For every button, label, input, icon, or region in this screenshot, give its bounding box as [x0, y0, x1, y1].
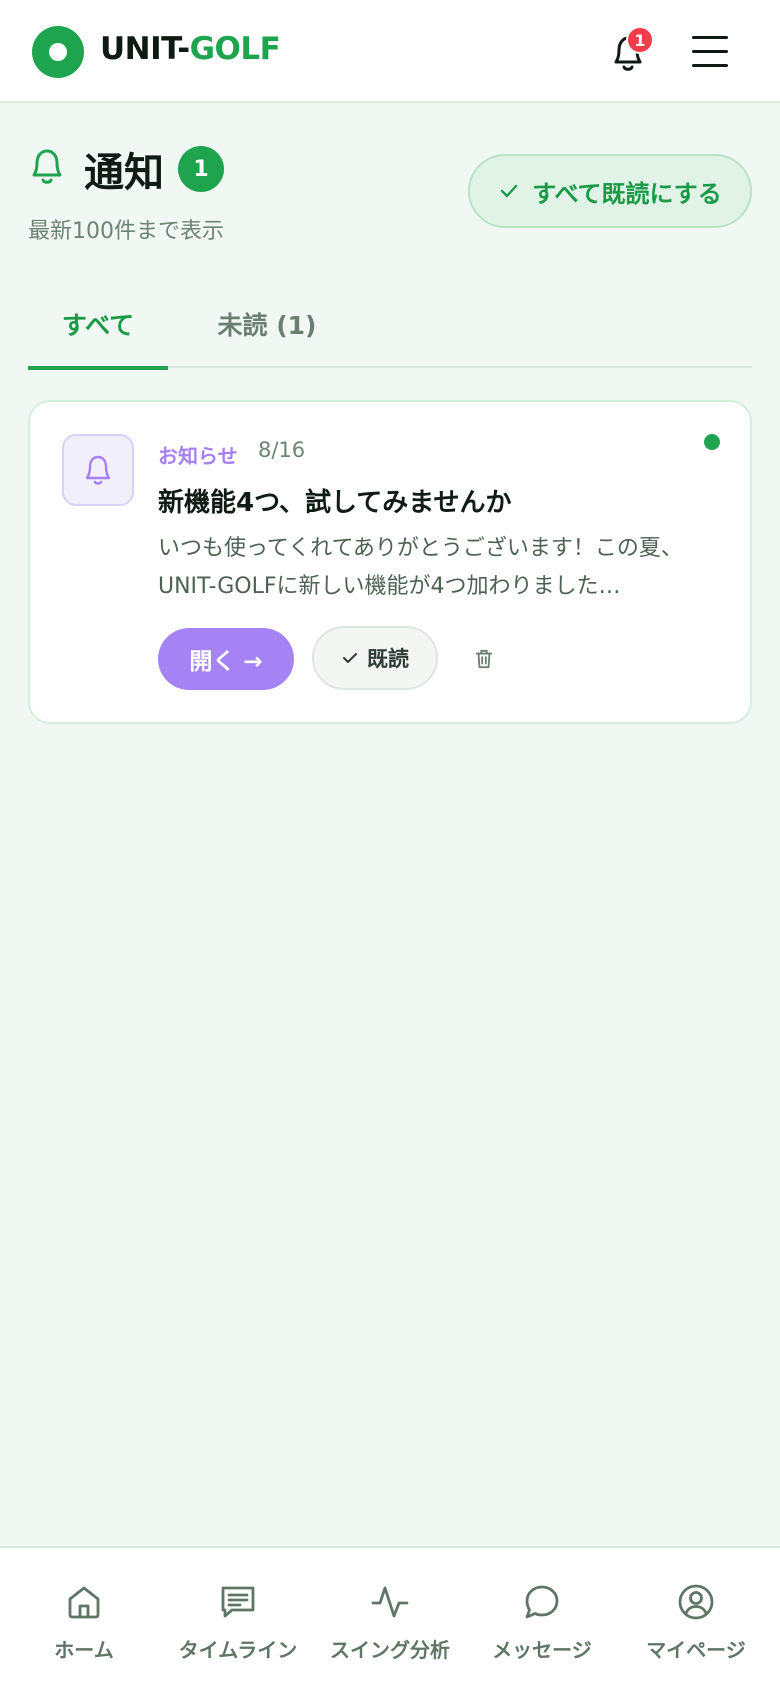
notification-type-bell-icon — [62, 434, 134, 506]
nav-home[interactable]: ホーム — [6, 1548, 162, 1688]
nav-messages-label: メッセージ — [492, 1638, 592, 1662]
brand-logo-text[interactable]: UNIT-GOLF — [100, 31, 281, 67]
brand-name-part2: GOLF — [189, 31, 281, 67]
mark-read-button[interactable]: 既読 — [312, 626, 438, 690]
unread-count-badge: 1 — [178, 146, 224, 192]
page-subtitle: 最新100件まで表示 — [28, 219, 224, 244]
mark-all-read-label: すべて既読にする — [532, 179, 722, 208]
menu-icon[interactable] — [692, 34, 728, 68]
notification-category: お知らせ — [158, 444, 238, 468]
nav-swing-analysis-label: スイング分析 — [330, 1638, 450, 1662]
check-icon — [343, 653, 357, 663]
nav-home-label: ホーム — [54, 1638, 114, 1662]
notification-date: 8/16 — [258, 438, 306, 462]
bell-icon — [28, 146, 66, 186]
notification-body: いつも使ってくれてありがとうございます！この夏、UNIT-GOLFに新しい機能が… — [158, 536, 683, 599]
notification-tabs: すべて 未読 (1) — [28, 280, 752, 370]
timeline-icon — [221, 1586, 255, 1618]
open-button[interactable]: 開く → — [158, 628, 294, 690]
activity-icon — [371, 1586, 409, 1618]
bottom-navigation: ホーム タイムライン スイング分析 メッセージ マイページ — [0, 1546, 780, 1688]
brand-name-part1: UNIT- — [100, 31, 190, 67]
mark-read-label: 既読 — [367, 647, 409, 671]
app-header: UNIT-GOLF 1 — [0, 0, 780, 103]
nav-my-page[interactable]: マイページ — [618, 1548, 774, 1688]
notification-card[interactable]: お知らせ 8/16 新機能4つ、試してみませんか いつも使ってくれてありがとうご… — [28, 400, 752, 724]
tab-unread[interactable]: 未読 (1) — [192, 280, 342, 368]
unread-indicator-dot — [704, 434, 720, 450]
message-icon — [525, 1585, 559, 1619]
check-icon — [500, 184, 518, 198]
notification-count-badge: 1 — [626, 26, 654, 54]
nav-timeline[interactable]: タイムライン — [160, 1548, 316, 1688]
home-icon — [68, 1586, 100, 1619]
nav-swing-analysis[interactable]: スイング分析 — [312, 1548, 468, 1688]
logo-icon[interactable] — [32, 26, 84, 78]
tab-all[interactable]: すべて — [28, 280, 168, 370]
nav-my-page-label: マイページ — [646, 1638, 746, 1662]
nav-timeline-label: タイムライン — [178, 1638, 298, 1662]
page-title: 通知 — [84, 150, 164, 196]
nav-messages[interactable]: メッセージ — [464, 1548, 620, 1688]
notification-title: 新機能4つ、試してみませんか — [158, 488, 512, 518]
user-icon — [678, 1584, 714, 1620]
trash-icon[interactable] — [470, 644, 498, 674]
mark-all-read-button[interactable]: すべて既読にする — [468, 154, 752, 228]
